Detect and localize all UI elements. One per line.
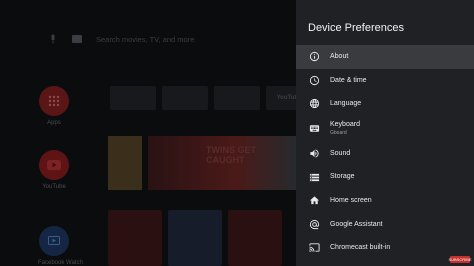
promo-title: TWINS GET — [206, 145, 256, 155]
cast-icon — [307, 241, 321, 255]
menu-item-date-time[interactable]: Date & time — [296, 69, 474, 93]
menu-item-storage[interactable]: Storage — [296, 165, 474, 189]
globe-icon — [307, 97, 321, 111]
apps-grid-icon — [39, 86, 69, 116]
apps-shortcut: Apps — [38, 86, 70, 126]
menu-item-label: Date & time — [330, 76, 367, 84]
menu-item-about[interactable]: About — [296, 45, 474, 69]
menu-item-label: Sound — [330, 149, 351, 157]
channel-tile — [110, 86, 156, 110]
keyboard-icon — [307, 122, 321, 136]
menu-item-sublabel: Gboard — [330, 130, 347, 137]
subscribe-watermark: SUBSCRIBE — [448, 256, 472, 263]
assistant-icon — [307, 217, 321, 231]
menu-item-chromecast[interactable]: Chromecast built-in — [296, 236, 474, 260]
menu-item-keyboard[interactable]: Keyboard Gboard — [296, 116, 474, 142]
youtube-shortcut: YouTube — [38, 150, 70, 190]
preferences-menu: About Date & time Language Keyboard Gboa… — [296, 45, 474, 260]
promo-title-2: CAUGHT — [206, 155, 245, 165]
clock-icon — [307, 73, 321, 87]
menu-item-label: Chromecast built-in — [330, 244, 391, 252]
speaker-icon — [307, 147, 321, 161]
youtube-label: YouTube — [42, 184, 66, 190]
facebook-watch-icon — [39, 226, 69, 256]
channel-row: YouTube — [110, 86, 312, 110]
menu-item-sound[interactable]: Sound — [296, 142, 474, 166]
device-preferences-panel: Device Preferences About Date & time Lan… — [296, 0, 474, 266]
poster — [228, 210, 282, 266]
home-screen-background: Search movies, TV, and more Apps YouTube… — [0, 0, 312, 266]
featured-promo: TWINS GET CAUGHT — [148, 136, 296, 190]
panel-title: Device Preferences — [308, 22, 404, 34]
poster-row — [108, 210, 282, 266]
channel-tile — [162, 86, 208, 110]
menu-item-language[interactable]: Language — [296, 92, 474, 116]
poster — [108, 210, 162, 266]
menu-item-google-assistant[interactable]: Google Assistant — [296, 213, 474, 237]
menu-item-home-screen[interactable]: Home screen — [296, 189, 474, 213]
keyboard-icon — [72, 35, 82, 43]
storage-icon — [307, 170, 321, 184]
menu-item-label: Google Assistant — [330, 220, 383, 228]
home-icon — [307, 194, 321, 208]
menu-item-label: Storage — [330, 173, 355, 181]
mic-icon — [51, 34, 55, 44]
search-bar: Search movies, TV, and more — [48, 34, 194, 44]
apps-label: Apps — [47, 120, 61, 126]
channel-tile — [214, 86, 260, 110]
menu-item-label: Keyboard — [330, 121, 360, 129]
info-icon — [307, 50, 321, 64]
menu-item-label: Language — [330, 100, 362, 108]
search-hint: Search movies, TV, and more — [96, 34, 195, 44]
menu-item-label: About — [330, 52, 349, 60]
facebook-watch-label: Facebook Watch — [38, 260, 83, 266]
featured-banner: TWINS GET CAUGHT — [108, 136, 296, 190]
menu-item-label: Home screen — [330, 196, 372, 204]
poster — [168, 210, 222, 266]
facebook-watch-shortcut: Facebook Watch — [38, 226, 83, 266]
youtube-icon — [39, 150, 69, 180]
featured-thumbnail — [108, 136, 142, 190]
